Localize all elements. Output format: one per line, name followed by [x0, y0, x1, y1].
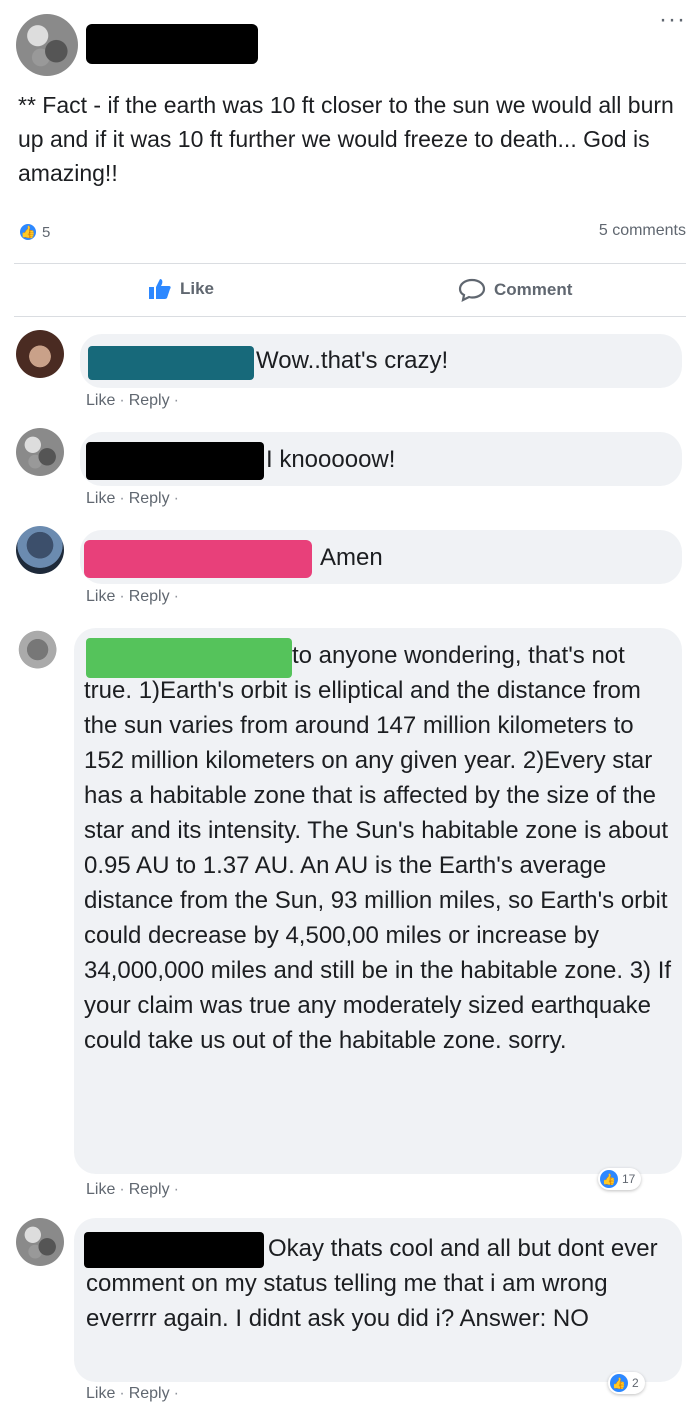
commenter-avatar[interactable] [16, 1218, 64, 1266]
post-text: ** Fact - if the earth was 10 ft closer … [18, 92, 674, 186]
like-label: Like [180, 279, 215, 298]
like-reaction-icon: 👍 [18, 222, 38, 242]
comment-actions: Like · Reply · [86, 490, 179, 508]
separator-dot: · [119, 1181, 125, 1198]
separator-dot: · [119, 588, 125, 605]
comment-like-link[interactable]: Like [86, 392, 115, 410]
like-button[interactable]: Like [148, 278, 214, 300]
commenter-name-redaction [86, 442, 264, 480]
comment-bubble: Okay thats cool and all but dont ever co… [74, 1218, 682, 1382]
reaction-count: 2 [632, 1376, 639, 1390]
comment-reply-link[interactable]: Reply [129, 1385, 170, 1403]
comment-reply-link[interactable]: Reply [129, 1181, 170, 1199]
comment-text-content: Okay thats cool and all but dont ever co… [86, 1235, 658, 1332]
commenter-avatar[interactable] [16, 330, 64, 378]
comment-reply-link[interactable]: Reply [129, 490, 170, 508]
comment-actions: Like · Reply · [86, 1181, 179, 1199]
commenter-avatar[interactable] [16, 628, 64, 676]
comment-text-content: to anyone wondering, that's not true. 1)… [84, 642, 672, 1054]
poster-name-redaction [86, 24, 258, 64]
commenter-avatar[interactable] [16, 526, 64, 574]
comment-icon [458, 278, 486, 302]
separator-dot: · [173, 490, 179, 507]
comment-reactions[interactable]: 👍 17 [598, 1168, 642, 1190]
comment-text: I knooooow! [266, 446, 396, 473]
commenter-name-redaction [84, 540, 312, 578]
comment-reply-link[interactable]: Reply [129, 588, 170, 606]
comment-actions: Like · Reply · [86, 1385, 179, 1403]
reaction-count: 17 [622, 1172, 636, 1186]
comment-text: Wow..that's crazy! [256, 347, 449, 374]
poster-avatar[interactable] [16, 14, 78, 76]
separator-dot: · [173, 392, 179, 409]
separator-dot: · [173, 588, 179, 605]
like-reaction-icon: 👍 [610, 1374, 628, 1392]
comment-reactions[interactable]: 👍 2 [608, 1372, 645, 1394]
comment-like-link[interactable]: Like [86, 588, 115, 606]
post-like-count[interactable]: 5 [42, 224, 50, 241]
separator-dot: · [173, 1385, 179, 1402]
thumbs-up-icon [149, 279, 171, 299]
comment-like-link[interactable]: Like [86, 490, 115, 508]
comment-text: Okay thats cool and all but dont ever co… [86, 1231, 676, 1336]
separator-dot: · [119, 490, 125, 507]
comments-count-link[interactable]: 5 comments [599, 222, 686, 240]
comment-label: Comment [494, 280, 573, 299]
separator-dot: · [119, 1385, 125, 1402]
separator-dot: · [119, 392, 125, 409]
comment-text: to anyone wondering, that's not true. 1)… [84, 638, 674, 1058]
comment-bubble: Amen [80, 530, 682, 584]
comment-bubble: I knooooow! [80, 432, 682, 486]
comment-bubble: to anyone wondering, that's not true. 1)… [74, 628, 682, 1174]
comment-actions: Like · Reply · [86, 392, 179, 410]
divider [14, 263, 686, 264]
commenter-avatar[interactable] [16, 428, 64, 476]
comment-actions: Like · Reply · [86, 588, 179, 606]
commenter-name-redaction [88, 346, 254, 380]
separator-dot: · [173, 1181, 179, 1198]
comment-like-link[interactable]: Like [86, 1181, 115, 1199]
comment-button[interactable]: Comment [458, 278, 572, 302]
comment-like-link[interactable]: Like [86, 1385, 115, 1403]
comment-bubble: Wow..that's crazy! [80, 334, 682, 388]
comment-text: Amen [320, 544, 383, 571]
more-options-icon[interactable]: ··· [659, 6, 686, 34]
like-reaction-icon: 👍 [600, 1170, 618, 1188]
divider [14, 316, 686, 317]
comment-reply-link[interactable]: Reply [129, 392, 170, 410]
